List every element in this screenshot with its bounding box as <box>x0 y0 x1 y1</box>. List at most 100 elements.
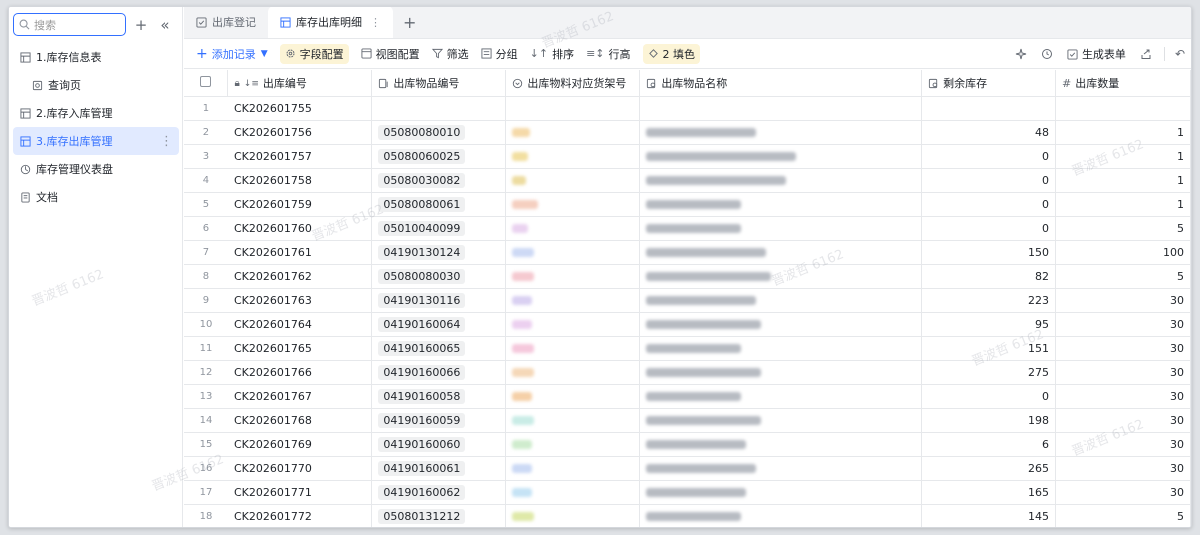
outbound-qty-cell[interactable]: 30 <box>1055 336 1191 361</box>
item-name-cell[interactable] <box>639 360 923 385</box>
outbound-id-cell[interactable]: CK202601762 <box>227 264 373 289</box>
shelf-cell[interactable] <box>505 240 641 265</box>
more-icon[interactable]: ⋮ <box>160 134 173 149</box>
outbound-id-cell[interactable]: CK202601768 <box>227 408 373 433</box>
table-row[interactable]: 18 CK202601772 05080131212 145 5 <box>184 504 1191 527</box>
item-code-cell[interactable]: 05080080061 <box>371 192 507 217</box>
sidebar-item-inventory-info[interactable]: 1.库存信息表 <box>9 43 183 71</box>
outbound-qty-cell[interactable]: 1 <box>1055 120 1191 145</box>
shelf-cell[interactable] <box>505 96 641 121</box>
column-header[interactable]: 出库物品名称 <box>639 70 923 97</box>
outbound-qty-cell[interactable]: 30 <box>1055 288 1191 313</box>
remaining-stock-cell[interactable]: 0 <box>921 144 1057 169</box>
generate-form-button[interactable]: 生成表单 <box>1067 46 1126 62</box>
remaining-stock-cell[interactable] <box>921 96 1057 121</box>
column-header[interactable]: # 出库数量 <box>1055 70 1191 97</box>
outbound-id-cell[interactable]: CK202601765 <box>227 336 373 361</box>
outbound-id-cell[interactable]: CK202601767 <box>227 384 373 409</box>
outbound-id-cell[interactable]: CK202601772 <box>227 504 373 527</box>
remaining-stock-cell[interactable]: 0 <box>921 192 1057 217</box>
remaining-stock-cell[interactable]: 165 <box>921 480 1057 505</box>
undo-icon[interactable]: ↶ <box>1175 47 1185 61</box>
item-code-cell[interactable]: 04190130116 <box>371 288 507 313</box>
add-icon[interactable]: + <box>132 16 150 34</box>
item-name-cell[interactable] <box>639 408 923 433</box>
shelf-cell[interactable] <box>505 216 641 241</box>
outbound-id-cell[interactable]: CK202601759 <box>227 192 373 217</box>
outbound-qty-cell[interactable]: 30 <box>1055 360 1191 385</box>
item-code-cell[interactable]: 04190130124 <box>371 240 507 265</box>
sidebar-item-docs[interactable]: 文档 <box>9 183 183 211</box>
item-name-cell[interactable] <box>639 120 923 145</box>
outbound-id-cell[interactable]: CK202601758 <box>227 168 373 193</box>
sort-button[interactable]: ↓↑ 排序 <box>530 46 574 62</box>
item-name-cell[interactable] <box>639 480 923 505</box>
outbound-qty-cell[interactable]: 30 <box>1055 432 1191 457</box>
table-row[interactable]: 1 CK202601755 <box>184 96 1191 121</box>
shelf-cell[interactable] <box>505 384 641 409</box>
add-tab-icon[interactable]: + <box>403 7 416 38</box>
item-name-cell[interactable] <box>639 312 923 337</box>
add-record-button[interactable]: + 添加记录 ▼ <box>196 46 268 62</box>
table-row[interactable]: 14 CK202601768 04190160059 198 30 <box>184 408 1191 433</box>
outbound-id-cell[interactable]: CK202601761 <box>227 240 373 265</box>
remaining-stock-cell[interactable]: 0 <box>921 216 1057 241</box>
remaining-stock-cell[interactable]: 151 <box>921 336 1057 361</box>
share-icon[interactable] <box>1140 48 1152 60</box>
item-code-cell[interactable]: 04190160066 <box>371 360 507 385</box>
remaining-stock-cell[interactable]: 150 <box>921 240 1057 265</box>
item-name-cell[interactable] <box>639 240 923 265</box>
remaining-stock-cell[interactable]: 145 <box>921 504 1057 527</box>
item-code-cell[interactable]: 05080080030 <box>371 264 507 289</box>
remaining-stock-cell[interactable]: 275 <box>921 360 1057 385</box>
history-icon[interactable] <box>1041 48 1053 60</box>
shelf-cell[interactable] <box>505 120 641 145</box>
outbound-qty-cell[interactable]: 100 <box>1055 240 1191 265</box>
outbound-qty-cell[interactable]: 30 <box>1055 312 1191 337</box>
remaining-stock-cell[interactable]: 48 <box>921 120 1057 145</box>
shelf-cell[interactable] <box>505 432 641 457</box>
group-button[interactable]: 分组 <box>481 46 518 62</box>
table-row[interactable]: 6 CK202601760 05010040099 0 5 <box>184 216 1191 241</box>
field-config-button[interactable]: 字段配置 <box>279 43 349 64</box>
fill-color-button[interactable]: 2 填色 <box>642 43 701 64</box>
outbound-qty-cell[interactable]: 1 <box>1055 192 1191 217</box>
outbound-id-cell[interactable]: CK202601756 <box>227 120 373 145</box>
remaining-stock-cell[interactable]: 198 <box>921 408 1057 433</box>
table-row[interactable]: 2 CK202601756 05080080010 48 1 <box>184 120 1191 145</box>
item-name-cell[interactable] <box>639 264 923 289</box>
row-height-button[interactable]: ≡↕ 行高 <box>586 46 630 62</box>
view-config-button[interactable]: 视图配置 <box>361 46 420 62</box>
shelf-cell[interactable] <box>505 192 641 217</box>
sidebar-item-outbound[interactable]: 3.库存出库管理 ⋮ <box>13 127 179 155</box>
more-icon[interactable]: ⋮ <box>370 16 381 29</box>
outbound-qty-cell[interactable]: 5 <box>1055 216 1191 241</box>
select-all-checkbox[interactable] <box>200 75 212 87</box>
outbound-qty-cell[interactable]: 1 <box>1055 168 1191 193</box>
item-code-cell[interactable]: 04190160062 <box>371 480 507 505</box>
remaining-stock-cell[interactable]: 0 <box>921 168 1057 193</box>
shelf-cell[interactable] <box>505 144 641 169</box>
item-name-cell[interactable] <box>639 384 923 409</box>
column-header[interactable]: 🔒︎ ↓≡ 出库编号 <box>227 70 373 97</box>
outbound-qty-cell[interactable]: 5 <box>1055 264 1191 289</box>
search-input[interactable]: 搜索 <box>13 13 126 36</box>
outbound-qty-cell[interactable]: 30 <box>1055 408 1191 433</box>
shelf-cell[interactable] <box>505 288 641 313</box>
remaining-stock-cell[interactable]: 95 <box>921 312 1057 337</box>
outbound-id-cell[interactable]: CK202601763 <box>227 288 373 313</box>
item-name-cell[interactable] <box>639 336 923 361</box>
column-header[interactable]: 出库物品编号 <box>371 70 507 97</box>
table-row[interactable]: 12 CK202601766 04190160066 275 30 <box>184 360 1191 385</box>
remaining-stock-cell[interactable]: 6 <box>921 432 1057 457</box>
table-row[interactable]: 15 CK202601769 04190160060 6 30 <box>184 432 1191 457</box>
table-row[interactable]: 3 CK202601757 05080060025 0 1 <box>184 144 1191 169</box>
collapse-icon[interactable]: « <box>156 16 174 34</box>
item-code-cell[interactable]: 04190160061 <box>371 456 507 481</box>
outbound-qty-cell[interactable] <box>1055 96 1191 121</box>
outbound-id-cell[interactable]: CK202601770 <box>227 456 373 481</box>
outbound-id-cell[interactable]: CK202601760 <box>227 216 373 241</box>
sidebar-item-dashboard[interactable]: 库存管理仪表盘 <box>9 155 183 183</box>
item-code-cell[interactable]: 04190160060 <box>371 432 507 457</box>
outbound-id-cell[interactable]: CK202601757 <box>227 144 373 169</box>
